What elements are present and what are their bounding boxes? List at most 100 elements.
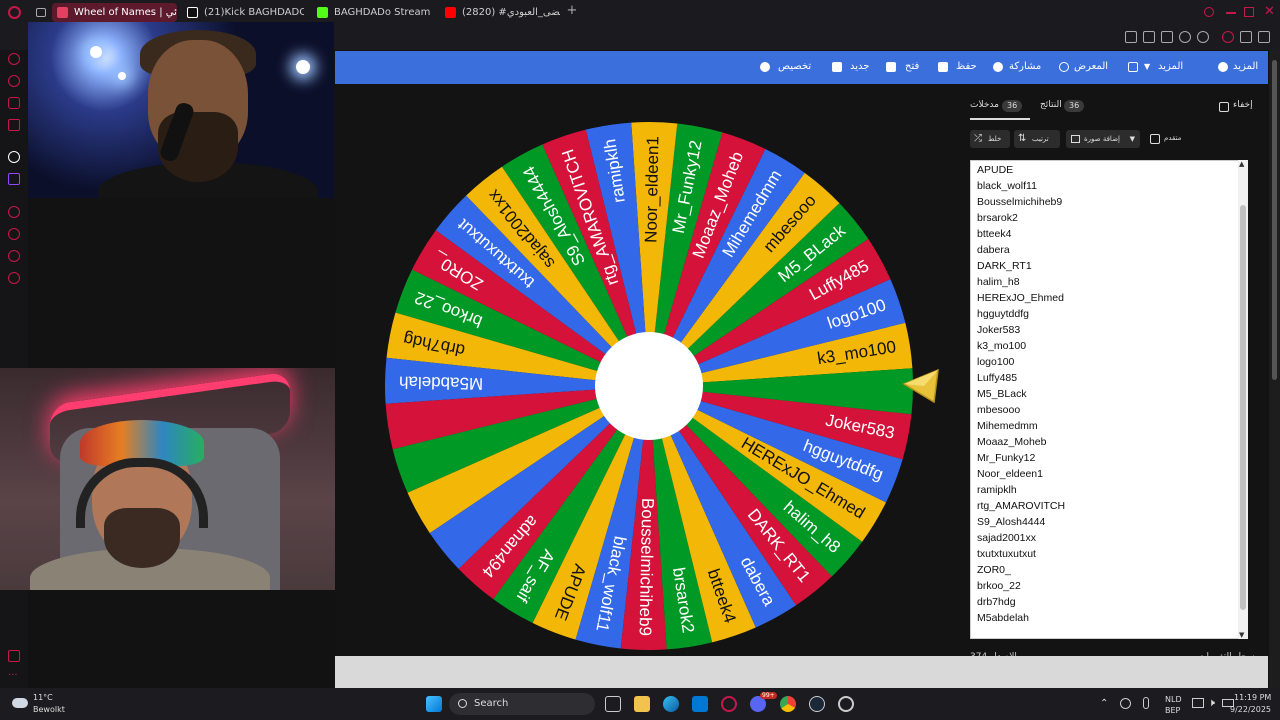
entries-textarea[interactable]: APUDE black_wolf11 Bousselmichiheb9 brsarok… — [970, 160, 1248, 639]
steam-icon[interactable] — [809, 696, 825, 712]
sidebar-chat-icon[interactable] — [8, 250, 20, 262]
task-view-icon[interactable] — [605, 696, 621, 712]
entry-item: Mihemedmm — [977, 420, 1038, 432]
maximize-icon[interactable] — [1244, 7, 1254, 17]
entry-item: M5_BLack — [977, 388, 1027, 400]
scrollbar-thumb[interactable] — [1240, 205, 1246, 610]
sidebar-player-icon[interactable] — [8, 206, 20, 218]
entry-item: mbesooo — [977, 404, 1021, 416]
shuffle-button[interactable]: ⤮ خلط — [970, 130, 1010, 148]
wheel-center-hub[interactable] — [595, 332, 703, 440]
store-icon[interactable] — [692, 696, 708, 712]
nav-open[interactable]: فتح — [905, 61, 919, 72]
tab-results[interactable]: النتائج — [1040, 100, 1062, 110]
entries-list: APUDE black_wolf11 Bousselmichiheb9 brsarok… — [977, 163, 1065, 627]
tray-sync-icon[interactable] — [1120, 698, 1131, 709]
sidebar-mail-icon[interactable] — [8, 119, 20, 131]
entry-item: Bousselmichiheb9 — [977, 196, 1063, 208]
new-tab-button[interactable]: + — [565, 4, 579, 18]
tab-wheel-of-names[interactable]: Wheel of Names | ﻋﺸﻮاﺋﻲ — [52, 3, 177, 22]
entry-item: txutxtuxutxut — [977, 548, 1036, 560]
sort-button[interactable]: ⇅ ترتيب — [1014, 130, 1060, 148]
nav-save[interactable]: حفظ — [956, 61, 977, 72]
obs-icon[interactable] — [838, 696, 854, 712]
bookmark-icon[interactable] — [1125, 31, 1137, 43]
fullscreen-icon[interactable] — [1128, 62, 1138, 72]
search-icon — [458, 699, 467, 708]
network-icon[interactable] — [1192, 698, 1204, 708]
nav-customize[interactable]: تخصيص — [778, 61, 811, 72]
shuffle-label: خلط — [988, 135, 1002, 143]
sidebar-settings-icon[interactable] — [8, 272, 20, 284]
entry-item: ramipklh — [977, 484, 1017, 496]
advanced-checkbox[interactable] — [1150, 134, 1160, 144]
image-icon — [1071, 135, 1080, 143]
opera-logo-icon[interactable] — [8, 6, 21, 19]
weather-icon[interactable] — [12, 698, 28, 708]
sidebar-messenger-icon[interactable] — [8, 53, 20, 65]
sidebar-aria-icon[interactable] — [8, 75, 20, 87]
download-icon[interactable] — [1240, 31, 1252, 43]
sidebar-tiktok-icon[interactable] — [8, 151, 20, 163]
tray-chevron-up-icon[interactable]: ⌃ — [1100, 698, 1108, 709]
minimize-icon[interactable] — [1226, 12, 1236, 14]
windows-start-icon[interactable] — [426, 696, 442, 712]
nav-new[interactable]: جديد — [850, 61, 869, 72]
clock-time[interactable]: 11:19 PM — [1234, 693, 1271, 702]
chrome-icon[interactable] — [780, 696, 796, 712]
edge-icon[interactable] — [663, 696, 679, 712]
scroll-down-icon[interactable]: ▼ — [1239, 631, 1244, 639]
clock-date[interactable]: 9/22/2025 — [1230, 705, 1271, 714]
entry-item: black_wolf11 — [977, 180, 1037, 192]
active-tab-indicator — [970, 118, 1030, 120]
sidebar-twitch-icon[interactable] — [8, 173, 20, 185]
wheel-favicon-icon — [57, 7, 68, 18]
search-tabs-icon[interactable] — [1204, 7, 1214, 17]
workspaces-icon[interactable] — [36, 8, 46, 17]
nav-share[interactable]: مشاركة — [1009, 61, 1041, 72]
extension-icon[interactable] — [1161, 31, 1173, 43]
tab-baghdado-stream[interactable]: BAGHDADo Stream - Wat — [312, 3, 432, 22]
tab-entries[interactable]: مدخلات — [970, 100, 999, 110]
tab-kick[interactable]: (21)Kick BAGHDADO (@k — [182, 3, 304, 22]
wheel-of-names[interactable]: k3_mo100logo100Luffy485M5_BLackmbesoooMi… — [383, 120, 915, 652]
save-icon — [938, 62, 948, 72]
sidebar-gx-icon[interactable] — [8, 650, 20, 662]
tray-mic-icon[interactable] — [1143, 697, 1149, 709]
nav-gallery[interactable]: المعرض — [1074, 61, 1108, 72]
profile-icon[interactable] — [1222, 31, 1234, 43]
opera-gx-icon[interactable] — [721, 696, 737, 712]
sidebar-more-icon[interactable]: ··· — [8, 670, 18, 681]
weather-temp[interactable]: 11°C — [33, 693, 53, 702]
entry-item: Luffy485 — [977, 372, 1018, 384]
entry-item: sajad2001xx — [977, 532, 1036, 544]
taskbar-search[interactable] — [449, 693, 595, 715]
hide-checkbox[interactable] — [1219, 102, 1229, 112]
nav-more[interactable]: المزيد — [1158, 61, 1183, 72]
close-icon[interactable]: ✕ — [1264, 4, 1275, 19]
add-image-button[interactable]: إضافة صورة ▼ — [1066, 130, 1140, 148]
heart-icon[interactable] — [1197, 31, 1209, 43]
input-language[interactable]: NLD — [1165, 695, 1182, 704]
tab-youtube[interactable]: (2820) #مرتضى_العبودي — [440, 3, 560, 22]
tiktok-favicon-icon — [187, 7, 198, 18]
menu-icon[interactable] — [1258, 31, 1270, 43]
file-explorer-icon[interactable] — [634, 696, 650, 712]
volume-icon[interactable]: 🕨 — [1208, 696, 1215, 710]
input-layout[interactable]: BEP — [1165, 706, 1180, 715]
share-icon — [993, 62, 1003, 72]
entry-item: Joker583 — [977, 324, 1021, 336]
folder-icon — [886, 62, 896, 72]
sidebar-history-icon[interactable] — [8, 228, 20, 240]
page-scrollbar-thumb[interactable] — [1272, 60, 1277, 380]
entry-item: DARK_RT1 — [977, 260, 1032, 272]
file-icon — [832, 62, 842, 72]
results-count-badge: 36 — [1064, 100, 1085, 112]
sort-label: ترتيب — [1032, 135, 1049, 143]
play-icon[interactable] — [1179, 31, 1191, 43]
nav-language[interactable]: المزيد — [1233, 61, 1258, 72]
screenshot-icon[interactable] — [1143, 31, 1155, 43]
sidebar-instagram-icon[interactable] — [8, 97, 20, 109]
scroll-up-icon[interactable]: ▲ — [1239, 160, 1244, 168]
weather-desc[interactable]: Bewolkt — [33, 705, 65, 714]
